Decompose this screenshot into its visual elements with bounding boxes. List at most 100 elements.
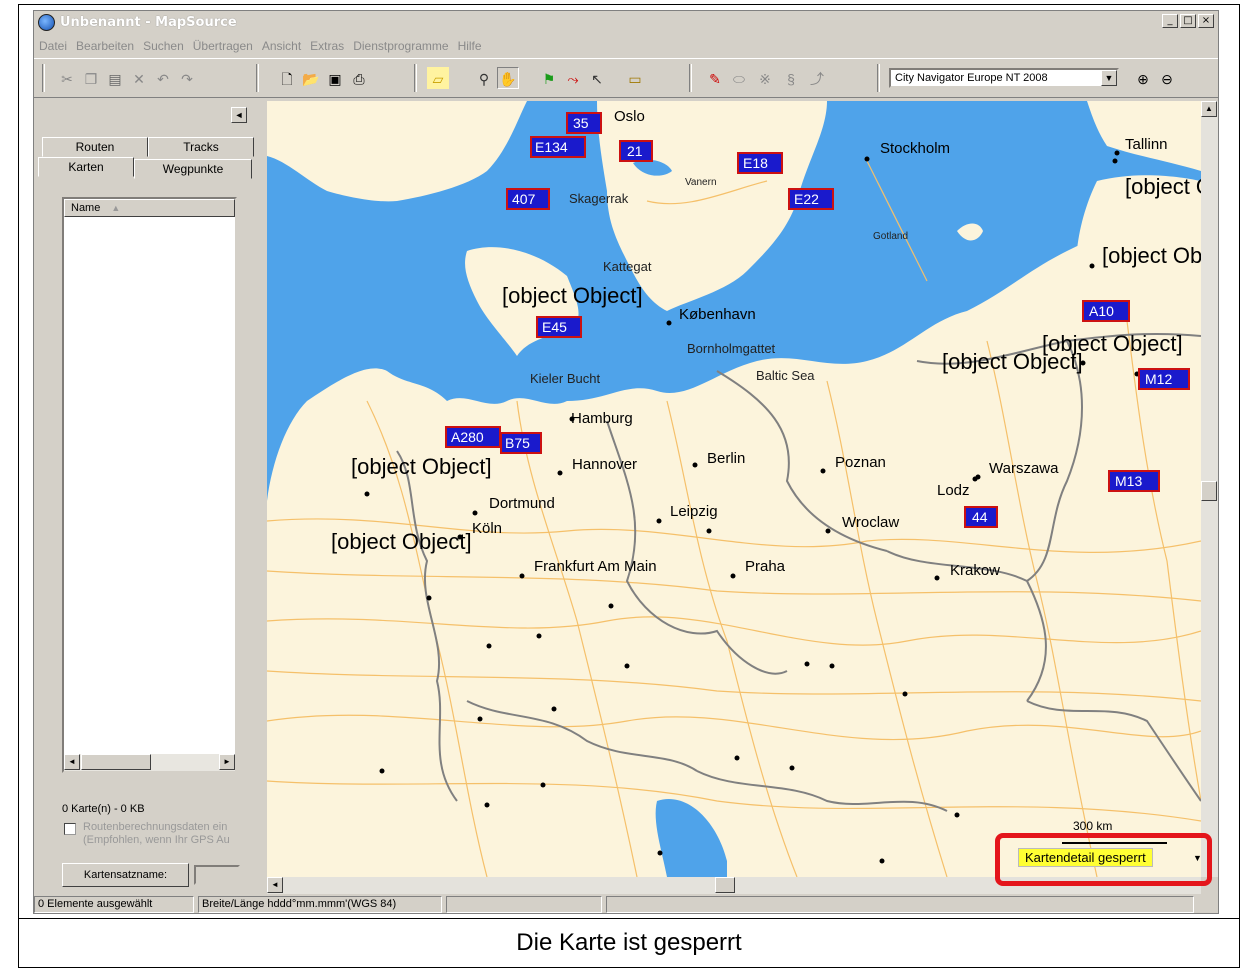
paste-icon[interactable]: ▤ <box>104 67 126 89</box>
title-bar[interactable]: Unbenannt - MapSource _ □ × <box>34 11 1218 35</box>
mapsource-app-icon <box>38 14 55 31</box>
sort-arrow-icon: ▲ <box>111 203 121 213</box>
zoom-tool-icon[interactable]: ⚲ <box>473 67 495 89</box>
open-icon[interactable]: 📂 <box>300 67 322 89</box>
zoom-in-icon[interactable]: ⊕ <box>1132 67 1154 89</box>
menu-bearbeiten[interactable]: Bearbeiten <box>73 36 140 56</box>
scroll-right-icon[interactable]: ► <box>219 754 235 770</box>
route-tool-icon[interactable]: ⤳ <box>562 67 584 89</box>
map-vertical-scrollbar[interactable]: ▲ <box>1201 101 1218 877</box>
scroll-left-icon[interactable]: ◄ <box>267 877 283 893</box>
label-stockholm: Stockholm <box>880 140 950 157</box>
column-header-name[interactable]: Name ▲ <box>64 199 235 217</box>
menu-datei[interactable]: Datei <box>36 36 73 56</box>
measure-tool-icon[interactable]: ▭ <box>624 67 646 89</box>
mapsource-window: Unbenannt - MapSource _ □ × Datei Bearbe… <box>33 10 1219 914</box>
waypoint-tool-icon[interactable]: ⚑ <box>538 67 560 89</box>
route-calc-icon[interactable]: ⤴ <box>806 67 828 89</box>
label-belgium: [object Object] <box>331 529 472 554</box>
tab-karten[interactable]: Karten <box>38 157 134 177</box>
label-denmark: [object Object] <box>502 283 643 308</box>
scroll-down-icon[interactable]: ▼ <box>1193 853 1202 863</box>
shield-a10: A10 <box>1082 300 1130 322</box>
shield-21: 21 <box>619 140 653 162</box>
status-coord-format: Breite/Länge hddd°mm.mmm'(WGS 84) <box>198 896 442 913</box>
mapset-name-field[interactable] <box>194 865 240 885</box>
maps-count: 0 Karte(n) - 0 KB <box>62 803 145 815</box>
chevron-down-icon[interactable]: ▼ <box>1101 70 1117 86</box>
toolbar-separator <box>689 64 692 92</box>
map-product-value: City Navigator Europe NT 2008 <box>895 72 1048 84</box>
shield-e22: E22 <box>788 188 834 210</box>
tab-wegpunkte[interactable]: Wegpunkte <box>134 159 252 179</box>
new-icon[interactable]: 🗋 <box>276 67 298 89</box>
zoom-out-icon[interactable]: ⊖ <box>1156 67 1178 89</box>
svg-text:E18: E18 <box>743 155 768 171</box>
maps-list[interactable]: Name ▲ ◄ ► <box>62 197 237 773</box>
svg-text:A10: A10 <box>1089 303 1114 319</box>
scroll-left-icon[interactable]: ◄ <box>64 754 80 770</box>
label-lodz: Lodz <box>937 482 970 499</box>
label-skagerrak: Skagerrak <box>569 191 629 206</box>
list-horizontal-scrollbar[interactable]: ◄ ► <box>64 754 235 771</box>
routing-data-line1: Routenberechnungsdaten ein <box>83 821 228 833</box>
svg-text:M13: M13 <box>1115 473 1142 489</box>
label-kattegat: Kattegat <box>603 259 652 274</box>
menu-hilfe[interactable]: Hilfe <box>455 36 488 56</box>
label-krakow: Krakow <box>950 562 1000 579</box>
label-lithuania: [object Object] <box>1042 331 1183 356</box>
map-vscroll-thumb[interactable] <box>1201 481 1217 501</box>
cut-icon[interactable]: ✂ <box>56 67 78 89</box>
sidebar-panel: ◄ Routen Tracks Karten Wegpunkte Name ▲ … <box>34 101 262 891</box>
svg-text:E45: E45 <box>542 319 567 335</box>
label-kieler-bucht: Kieler Bucht <box>530 371 600 386</box>
shield-e45: E45 <box>536 316 582 338</box>
print-icon[interactable]: ⎙ <box>348 67 370 89</box>
maximize-button[interactable]: □ <box>1180 14 1196 28</box>
scroll-up-icon[interactable]: ▲ <box>1201 101 1217 117</box>
map-select-tool-icon[interactable]: ✎ <box>704 67 726 89</box>
routing-data-checkbox[interactable] <box>64 823 76 835</box>
hand-tool-icon[interactable]: ✋ <box>497 67 519 89</box>
toolbar-separator <box>877 64 880 92</box>
map-canvas: Oslo Stockholm Tallinn [object Object] [… <box>267 101 1201 877</box>
tab-tracks[interactable]: Tracks <box>148 137 254 157</box>
label-kobenhavn: København <box>679 306 756 323</box>
route-edit-icon[interactable]: § <box>780 67 802 89</box>
menu-extras[interactable]: Extras <box>307 36 350 56</box>
redo-icon[interactable]: ↷ <box>176 67 198 89</box>
label-bornholmgattet: Bornholmgattet <box>687 341 776 356</box>
status-empty-1 <box>446 896 602 913</box>
tab-routen[interactable]: Routen <box>42 137 148 157</box>
menu-uebertragen[interactable]: Übertragen <box>190 36 259 56</box>
label-estonia: [object Object] <box>1125 174 1201 199</box>
delete-icon[interactable]: ✕ <box>128 67 150 89</box>
map-product-select[interactable]: City Navigator Europe NT 2008 ▼ <box>889 68 1119 88</box>
tracks-icon[interactable]: ※ <box>754 67 776 89</box>
map-detail-locked-badge[interactable]: Kartendetail gesperrt <box>1018 848 1153 867</box>
save-icon[interactable]: ▣ <box>324 67 346 89</box>
collapse-sidebar-icon[interactable]: ◄ <box>231 107 247 123</box>
menu-suchen[interactable]: Suchen <box>140 36 190 56</box>
label-dortmund: Dortmund <box>489 495 555 512</box>
map-view[interactable]: Oslo Stockholm Tallinn [object Object] [… <box>267 101 1201 877</box>
list-scroll-thumb[interactable] <box>81 754 151 770</box>
eraser-icon[interactable]: ⬭ <box>728 67 750 89</box>
select-tool-icon[interactable]: ↖ <box>586 67 608 89</box>
copy-icon[interactable]: ❐ <box>80 67 102 89</box>
menu-ansicht[interactable]: Ansicht <box>259 36 307 56</box>
label-berlin: Berlin <box>707 450 745 467</box>
status-bar: 0 Elemente ausgewählt Breite/Länge hddd°… <box>34 895 1218 914</box>
mapset-name-button[interactable]: Kartensatzname: <box>62 863 189 887</box>
close-button[interactable]: × <box>1198 14 1214 28</box>
shield-b75: B75 <box>500 432 542 454</box>
map-hscroll-thumb[interactable] <box>715 877 735 893</box>
label-netherlands: [object Object] <box>351 454 492 479</box>
menu-dienstprogramme[interactable]: Dienstprogramme <box>350 36 454 56</box>
minimize-button[interactable]: _ <box>1162 14 1178 28</box>
undo-icon[interactable]: ↶ <box>152 67 174 89</box>
map-tool-icon[interactable]: ▱ <box>427 67 449 89</box>
menu-bar: Datei Bearbeiten Suchen Übertragen Ansic… <box>34 36 1218 56</box>
shield-35: 35 <box>566 112 602 134</box>
scale-label: 300 km <box>1073 819 1113 833</box>
